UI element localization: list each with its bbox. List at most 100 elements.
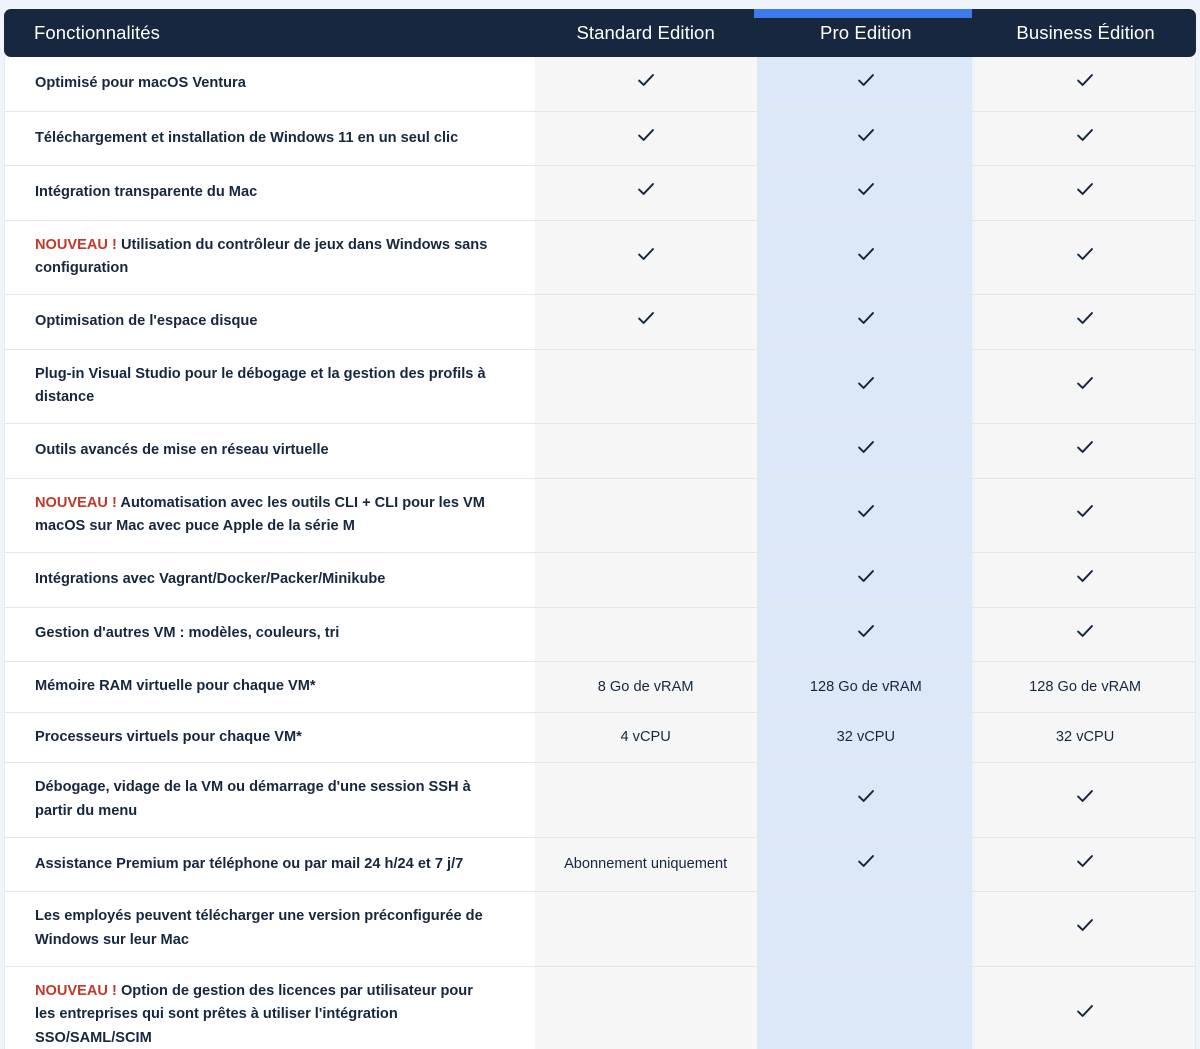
cell-pro: 32 vCPU [756,713,976,764]
table-row: Gestion d'autres VM : modèles, couleurs,… [4,607,1196,663]
cell-standard [534,57,757,112]
feature-label-cell: Intégrations avec Vagrant/Docker/Packer/… [4,552,535,608]
checkmark-icon [635,178,657,200]
cell-pro [756,221,976,296]
feature-comparison-table: Fonctionnalités Standard Edition Pro Edi… [4,9,1196,1049]
table-row: Optimisé pour macOS Ventura [4,57,1196,112]
table-row: Outils avancés de mise en réseau virtuel… [4,424,1196,479]
table-row: Les employés peuvent télécharger une ver… [4,892,1196,967]
table-row: Assistance Premium par téléphone ou par … [4,837,1196,893]
cell-pro [756,295,976,350]
checkmark-icon [1074,565,1096,587]
feature-label-cell: Intégration transparente du Mac [4,166,535,221]
checkmark-icon [855,178,877,200]
checkmark-icon [855,372,877,394]
checkmark-icon [855,785,877,807]
cell-pro [756,553,976,608]
feature-label-cell: Optimisation de l'espace disque [4,295,535,350]
table-row: Intégrations avec Vagrant/Docker/Packer/… [4,552,1196,608]
cell-standard [534,478,757,553]
feature-label-cell: NOUVEAU ! Automatisation avec les outils… [4,478,535,553]
cell-pro [756,350,976,424]
header-row: Fonctionnalités Standard Edition Pro Edi… [4,9,1196,57]
cell-business: 128 Go de vRAM [975,662,1196,713]
checkmark-icon [1074,914,1096,936]
checkmark-icon [1074,307,1096,329]
cell-business: 32 vCPU [975,712,1196,764]
checkmark-icon [635,124,657,146]
checkmark-icon [1074,500,1096,522]
table-row: Téléchargement et installation de Window… [4,111,1196,167]
checkmark-icon [855,69,877,91]
table-row: NOUVEAU ! Option de gestion des licences… [4,966,1196,1049]
checkmark-icon [855,243,877,265]
feature-label-cell: Outils avancés de mise en réseau virtuel… [4,424,535,479]
feature-label-cell: Processeurs virtuels pour chaque VM* [4,712,535,764]
table-row: Processeurs virtuels pour chaque VM* 4 vC… [4,712,1196,764]
table-row: Plug-in Visual Studio pour le débogage e… [4,349,1196,424]
checkmark-icon [1074,69,1096,91]
cell-business [975,966,1196,1049]
cell-business [975,295,1196,350]
cell-pro [756,608,976,663]
checkmark-icon [1074,124,1096,146]
cell-pro [756,479,976,553]
new-badge: NOUVEAU ! [35,982,117,999]
feature-label-cell: Assistance Premium par téléphone ou par … [4,837,535,893]
cell-business [975,837,1196,893]
cell-business [975,552,1196,608]
checkmark-icon [1074,1000,1096,1022]
cell-business [975,57,1196,112]
cell-standard [534,295,757,350]
feature-label-cell: NOUVEAU ! Utilisation du contrôleur de j… [4,220,535,296]
cell-business [975,349,1196,424]
table-row: NOUVEAU ! Automatisation avec les outils… [4,478,1196,553]
cell-pro [756,424,976,479]
cell-standard: 8 Go de vRAM [534,662,757,713]
table-row: Mémoire RAM virtuelle pour chaque VM* 8 G… [4,662,1196,713]
feature-label-cell: Les employés peuvent télécharger une ver… [4,892,535,967]
feature-label-cell: NOUVEAU ! Option de gestion des licences… [4,966,535,1049]
cell-business [975,763,1196,838]
cell-pro [756,763,976,838]
cell-business [975,607,1196,663]
cell-pro [757,967,976,1049]
cell-standard: 4 vCPU [534,712,757,764]
checkmark-icon [855,565,877,587]
cell-standard [534,552,757,608]
pricing-comparison-table: Fonctionnalités Standard Edition Pro Edi… [0,9,1200,1049]
cell-pro [756,166,976,221]
feature-label-cell: Gestion d'autres VM : modèles, couleurs,… [4,607,535,663]
checkmark-icon [855,620,877,642]
column-header-standard-edition[interactable]: Standard Edition [534,9,757,57]
cell-standard [534,349,757,424]
cell-pro: 128 Go de vRAM [756,662,976,713]
table-row: NOUVEAU ! Utilisation du contrôleur de j… [4,220,1196,296]
cell-business [975,220,1196,296]
cell-business [975,111,1196,167]
feature-label-cell: Plug-in Visual Studio pour le débogage e… [4,349,535,424]
checkmark-icon [855,850,877,872]
cell-standard [534,166,757,221]
cell-standard: Abonnement uniquement [534,837,757,893]
checkmark-icon [1074,620,1096,642]
checkmark-icon [855,436,877,458]
cell-standard [534,111,757,167]
feature-label-cell: Mémoire RAM virtuelle pour chaque VM* [4,662,535,713]
new-badge: NOUVEAU ! [35,494,117,511]
table-row: Débogage, vidage de la VM ou démarrage d… [4,763,1196,838]
cell-business [975,424,1196,479]
checkmark-icon [855,500,877,522]
cell-business [975,478,1196,553]
table-row: Intégration transparente du Mac [4,166,1196,221]
table-body: Optimisé pour macOS Ventura Téléchargemen… [4,57,1196,1049]
cell-pro [756,892,976,967]
cell-pro [756,57,976,112]
checkmark-icon [855,124,877,146]
recommended-column-tab [754,9,972,18]
column-header-business-edition[interactable]: Business Édition [975,9,1196,57]
feature-label-cell: Débogage, vidage de la VM ou démarrage d… [4,763,535,838]
checkmark-icon [1074,850,1096,872]
feature-label-cell: Optimisé pour macOS Ventura [4,57,535,112]
checkmark-icon [1074,372,1096,394]
